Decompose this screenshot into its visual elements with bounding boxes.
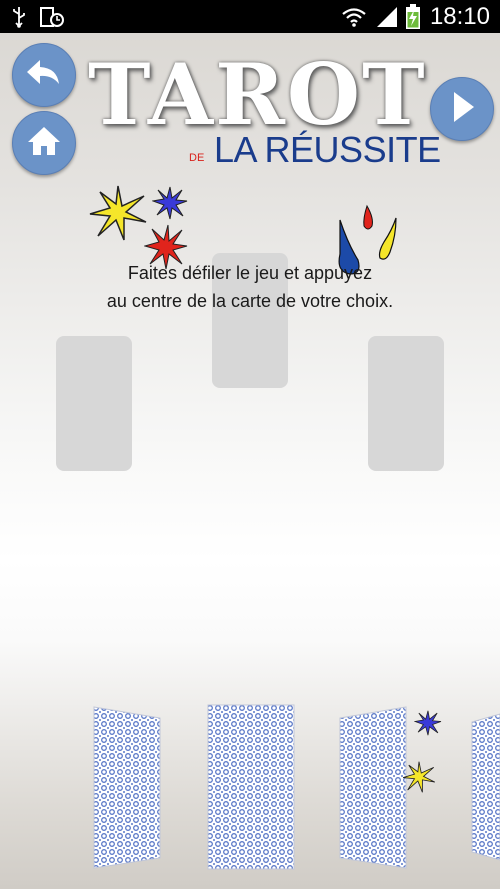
play-next-icon — [447, 89, 477, 130]
deck-card[interactable] — [206, 704, 296, 870]
screenshot-icon — [38, 0, 66, 33]
instruction-line-2: au centre de la carte de votre choix. — [106, 291, 394, 311]
blue-star-icon — [414, 710, 442, 736]
deck-card[interactable] — [338, 704, 410, 870]
back-button[interactable] — [12, 43, 76, 107]
yellow-star-icon — [89, 185, 147, 241]
home-button[interactable] — [12, 111, 76, 175]
blue-star-icon — [152, 186, 188, 220]
battery-charging-icon — [404, 0, 422, 33]
clock: 18:10 — [429, 3, 490, 30]
instruction-line-1: Faites défiler le jeu et appuyez — [127, 263, 373, 283]
yellow-star-icon — [403, 761, 436, 793]
app-subtitle: LA RÉUSSITE — [214, 129, 441, 170]
usb-icon — [10, 0, 28, 33]
back-arrow-icon — [24, 56, 64, 95]
signal-icon — [374, 0, 400, 33]
deck-card[interactable] — [92, 704, 164, 870]
card-slot-right — [368, 336, 444, 471]
home-icon — [26, 124, 62, 163]
deck-card[interactable] — [470, 712, 500, 862]
wifi-icon — [340, 0, 368, 33]
status-bar: 18:10 — [0, 0, 500, 33]
instruction-text: Faites défiler le jeu et appuyez au cent… — [0, 259, 500, 315]
card-slot-left — [56, 336, 132, 471]
app-subtitle-prefix: DE — [189, 152, 205, 164]
